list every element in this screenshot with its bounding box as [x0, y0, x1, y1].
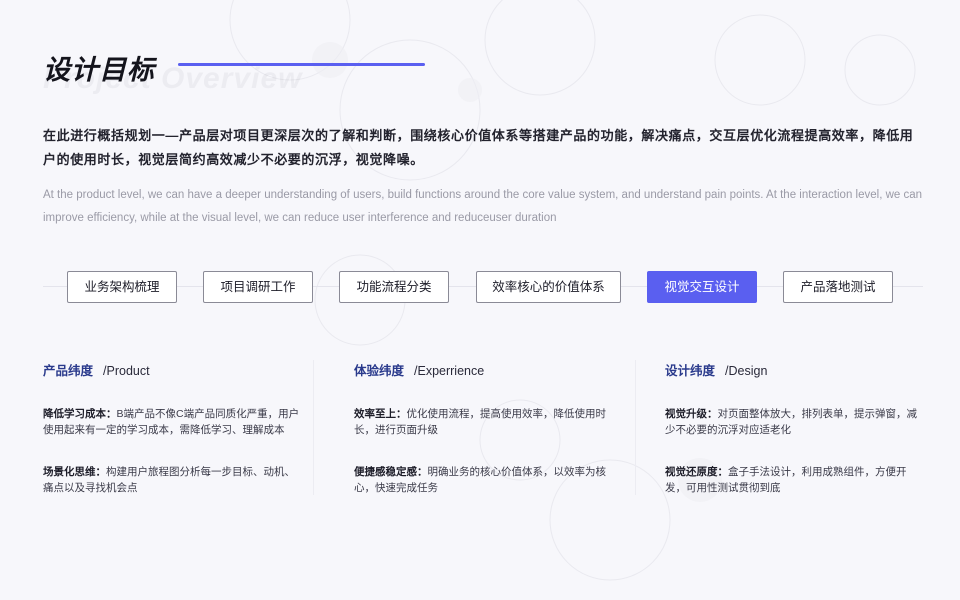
tab-product-testing[interactable]: 产品落地测试	[783, 271, 893, 303]
point-label: 便捷感稳定感：	[354, 466, 428, 478]
column-heading: 产品纬度/Product	[43, 362, 305, 380]
column-title-cn: 体验纬度	[354, 364, 405, 378]
point-label: 效率至上：	[354, 408, 407, 420]
column-point: 便捷感稳定感：明确业务的核心价值体系，以效率为核心，快速完成任务	[354, 464, 616, 496]
column-title-en: /Design	[725, 364, 768, 378]
point-label: 视觉还原度：	[665, 466, 728, 478]
column-experience: 体验纬度/Experrience 效率至上：优化使用流程，提高使用效率，降低使用…	[354, 362, 616, 494]
column-point: 视觉还原度：盒子手法设计，利用成熟组件，方便开发，可用性测试贯彻到底	[665, 464, 927, 496]
column-title-cn: 产品纬度	[43, 364, 94, 378]
column-design: 设计纬度/Design 视觉升级：对页面整体放大，排列表单，提示弹窗，减少不必要…	[665, 362, 927, 494]
column-title-en: /Experrience	[414, 364, 485, 378]
point-label: 场景化思维：	[43, 466, 106, 478]
column-divider	[635, 360, 636, 495]
tab-visual-interaction[interactable]: 视觉交互设计	[647, 271, 757, 303]
intro-english: At the product level, we can have a deep…	[43, 189, 923, 224]
title-block: Project Overview 设计目标	[43, 48, 443, 108]
page-title: 设计目标	[43, 55, 155, 85]
column-divider	[313, 360, 314, 495]
intro-chinese: 在此进行概括规划一—产品层对项目更深层次的了解和判断，围绕核心价值体系等搭建产品…	[43, 128, 914, 167]
column-point: 效率至上：优化使用流程，提高使用效率，降低使用时长，进行页面升级	[354, 406, 616, 438]
tab-business-architecture[interactable]: 业务架构梳理	[67, 271, 177, 303]
column-title-en: /Product	[103, 364, 150, 378]
column-heading: 设计纬度/Design	[665, 362, 927, 380]
column-product: 产品纬度/Product 降低学习成本：B端产品不像C端产品同质化严重，用户使用…	[43, 362, 305, 494]
point-label: 视觉升级：	[665, 408, 718, 420]
point-label: 降低学习成本：	[43, 408, 117, 420]
column-point: 视觉升级：对页面整体放大，排列表单，提示弹窗，减少不必要的沉浮对应适老化	[665, 406, 927, 438]
project-goals-slide: Project Overview 设计目标 在此进行概括规划一—产品层对项目更深…	[0, 0, 960, 600]
column-point: 场景化思维：构建用户旅程图分析每一步目标、动机、痛点以及寻找机会点	[43, 464, 305, 496]
title-accent-line	[178, 63, 425, 66]
column-point: 降低学习成本：B端产品不像C端产品同质化严重，用户使用起来有一定的学习成本，需降…	[43, 406, 305, 438]
tab-value-system[interactable]: 效率核心的价值体系	[476, 271, 621, 303]
column-title-cn: 设计纬度	[665, 364, 716, 378]
tab-function-flow[interactable]: 功能流程分类	[339, 271, 449, 303]
tab-project-research[interactable]: 项目调研工作	[203, 271, 313, 303]
column-heading: 体验纬度/Experrience	[354, 362, 616, 380]
